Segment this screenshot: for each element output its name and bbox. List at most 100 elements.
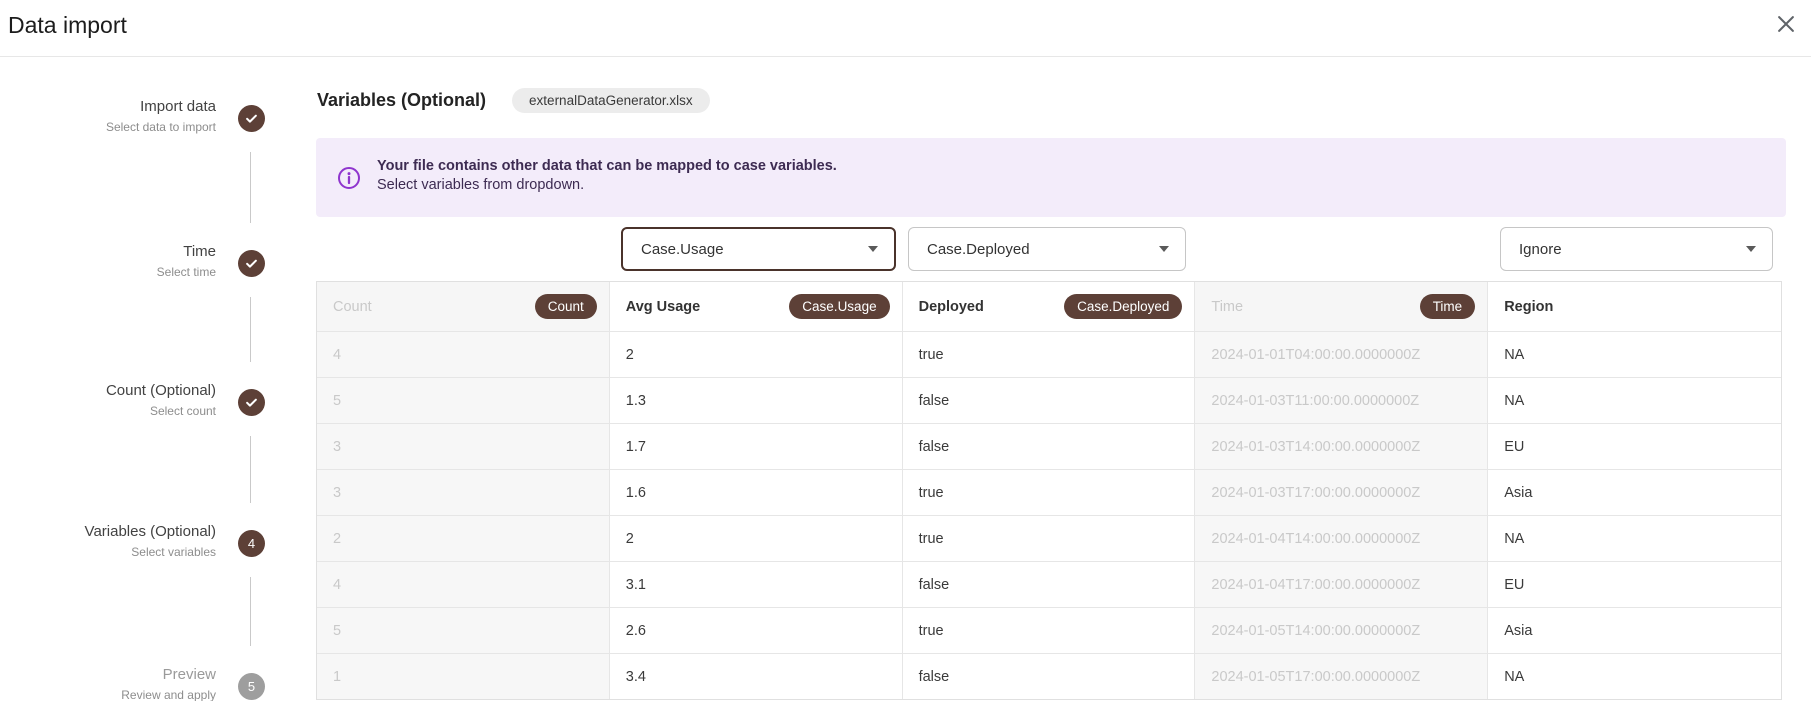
table-cell: 2 xyxy=(610,332,903,377)
table-cell: true xyxy=(903,332,1196,377)
table-row: 43.1false2024-01-04T17:00:00.0000000ZEU xyxy=(317,561,1781,607)
avg-usage-mapping-dropdown[interactable]: Case.Usage xyxy=(621,227,896,271)
table-cell: 5 xyxy=(317,378,610,423)
table-cell: false xyxy=(903,378,1196,423)
banner-text: Your file contains other data that can b… xyxy=(377,157,837,195)
table-cell: 2 xyxy=(317,516,610,561)
region-mapping-dropdown[interactable]: Ignore xyxy=(1500,227,1773,271)
step-title: Time xyxy=(157,242,216,261)
table-cell: 2024-01-04T17:00:00.0000000Z xyxy=(1195,562,1488,607)
column-header: Region xyxy=(1488,282,1781,331)
table-cell: 2024-01-03T17:00:00.0000000Z xyxy=(1195,470,1488,515)
dialog-titlebar: Data import xyxy=(0,0,1811,57)
mapping-badge: Count xyxy=(535,294,597,319)
table-cell: true xyxy=(903,608,1196,653)
stepper-connector xyxy=(250,297,251,362)
step-circle-done xyxy=(238,250,265,277)
dialog-title: Data import xyxy=(8,12,127,39)
step-circle-done xyxy=(238,105,265,132)
stepper-step-preview[interactable]: Preview Review and apply 5 xyxy=(0,665,265,701)
table-row: 22true2024-01-04T14:00:00.0000000ZNA xyxy=(317,515,1781,561)
table-cell: 1 xyxy=(317,654,610,699)
step-subtitle: Select data to import xyxy=(106,120,216,135)
step-number: 4 xyxy=(248,536,255,551)
caret-down-icon xyxy=(1746,246,1756,252)
table-cell: 2024-01-01T04:00:00.0000000Z xyxy=(1195,332,1488,377)
column-label: Deployed xyxy=(919,299,984,315)
table-cell: 2024-01-03T14:00:00.0000000Z xyxy=(1195,424,1488,469)
step-circle-done xyxy=(238,389,265,416)
stepper-step-count[interactable]: Count (Optional) Select count xyxy=(0,381,265,419)
table-cell: NA xyxy=(1488,332,1781,377)
deployed-mapping-dropdown[interactable]: Case.Deployed xyxy=(908,227,1186,271)
dropdown-value: Ignore xyxy=(1519,241,1562,258)
close-icon xyxy=(1775,13,1797,35)
table-cell: EU xyxy=(1488,562,1781,607)
step-number: 5 xyxy=(248,679,255,694)
step-circle-active: 4 xyxy=(238,530,265,557)
table-row: 52.6true2024-01-05T14:00:00.0000000ZAsia xyxy=(317,607,1781,653)
step-subtitle: Select variables xyxy=(85,545,216,560)
step-text: Variables (Optional) Select variables xyxy=(85,522,216,560)
banner-message-bold: Your file contains other data that can b… xyxy=(377,157,837,176)
table-body: 42true2024-01-01T04:00:00.0000000ZNA51.3… xyxy=(317,331,1781,699)
step-subtitle: Review and apply xyxy=(121,688,216,701)
stepper-connector xyxy=(250,436,251,503)
table-cell: true xyxy=(903,470,1196,515)
table-cell: NA xyxy=(1488,654,1781,699)
dropdown-value: Case.Usage xyxy=(641,241,724,258)
table-cell: false xyxy=(903,654,1196,699)
banner-message: Select variables from dropdown. xyxy=(377,176,837,195)
info-icon xyxy=(337,166,361,190)
column-label: Time xyxy=(1211,299,1243,315)
table-cell: 3 xyxy=(317,470,610,515)
stepper-step-variables[interactable]: Variables (Optional) Select variables 4 xyxy=(0,522,265,560)
info-banner: Your file contains other data that can b… xyxy=(316,138,1786,217)
check-icon xyxy=(244,395,259,410)
table-cell: 3.4 xyxy=(610,654,903,699)
step-text: Time Select time xyxy=(157,242,216,280)
page-title: Variables (Optional) xyxy=(317,90,486,111)
table-cell: 2024-01-05T17:00:00.0000000Z xyxy=(1195,654,1488,699)
table-cell: 4 xyxy=(317,332,610,377)
step-title: Import data xyxy=(106,97,216,116)
table-cell: 1.6 xyxy=(610,470,903,515)
column-header: Avg UsageCase.Usage xyxy=(610,282,903,331)
table-cell: EU xyxy=(1488,424,1781,469)
table-row: 13.4false2024-01-05T17:00:00.0000000ZNA xyxy=(317,653,1781,699)
table-cell: 5 xyxy=(317,608,610,653)
check-icon xyxy=(244,111,259,126)
table-cell: 4 xyxy=(317,562,610,607)
dropdown-value: Case.Deployed xyxy=(927,241,1030,258)
stepper-connector xyxy=(250,152,251,223)
step-text: Count (Optional) Select count xyxy=(106,381,216,419)
heading-row: Variables (Optional) externalDataGenerat… xyxy=(317,88,710,113)
column-header: CountCount xyxy=(317,282,610,331)
table-cell: 2024-01-05T14:00:00.0000000Z xyxy=(1195,608,1488,653)
caret-down-icon xyxy=(1159,246,1169,252)
table-cell: Asia xyxy=(1488,608,1781,653)
table-cell: false xyxy=(903,562,1196,607)
table-cell: Asia xyxy=(1488,470,1781,515)
stepper-connector xyxy=(250,577,251,646)
column-header: TimeTime xyxy=(1195,282,1488,331)
table-cell: false xyxy=(903,424,1196,469)
step-circle-upcoming: 5 xyxy=(238,673,265,700)
file-chip: externalDataGenerator.xlsx xyxy=(512,88,710,113)
table-cell: 3.1 xyxy=(610,562,903,607)
step-title: Count (Optional) xyxy=(106,381,216,400)
stepper-step-time[interactable]: Time Select time xyxy=(0,242,265,280)
table-cell: 2024-01-03T11:00:00.0000000Z xyxy=(1195,378,1488,423)
step-title: Preview xyxy=(121,665,216,684)
table-cell: NA xyxy=(1488,516,1781,561)
table-row: 31.6true2024-01-03T17:00:00.0000000ZAsia xyxy=(317,469,1781,515)
close-button[interactable] xyxy=(1773,11,1799,37)
column-header: DeployedCase.Deployed xyxy=(903,282,1196,331)
column-label: Region xyxy=(1504,299,1553,315)
table-cell: 2.6 xyxy=(610,608,903,653)
table-row: 42true2024-01-01T04:00:00.0000000ZNA xyxy=(317,331,1781,377)
step-text: Preview Review and apply xyxy=(121,665,216,701)
stepper-step-import-data[interactable]: Import data Select data to import xyxy=(0,97,265,135)
mapping-badge: Case.Usage xyxy=(789,294,889,319)
table-cell: 3 xyxy=(317,424,610,469)
